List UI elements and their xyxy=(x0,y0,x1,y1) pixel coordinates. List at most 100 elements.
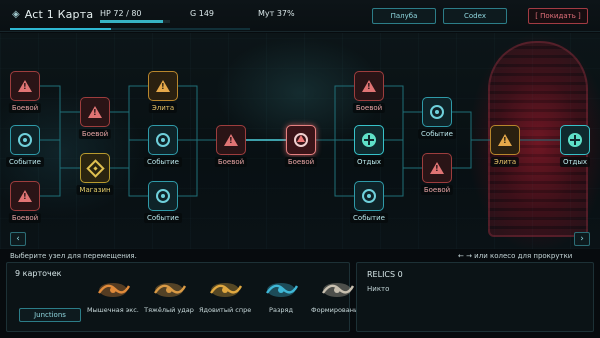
hp-bar xyxy=(100,20,170,23)
map-node-event[interactable]: Событие xyxy=(6,125,44,167)
card-name: Разряд xyxy=(269,306,293,314)
map-path xyxy=(452,111,490,141)
top-bar: ◈ Act 1 Карта HP 72 / 80 G 149 Мут 37% П… xyxy=(0,0,600,32)
elite-icon xyxy=(156,80,170,92)
deck-panel: 9 карточек Мышечная экс... Тяжёлый удар … xyxy=(6,262,363,332)
map-node-battle[interactable]: Боевой xyxy=(214,125,248,167)
map-node-rest[interactable]: Отдых xyxy=(353,125,385,167)
mutation-readout: Мут 37% xyxy=(258,9,295,18)
rest-icon xyxy=(362,133,376,147)
battle-icon xyxy=(224,134,238,146)
map-node-label: Событие xyxy=(144,157,182,167)
relics-empty-text: Никто xyxy=(367,285,390,293)
map-node-label: Боевой xyxy=(8,103,42,113)
hint-select-node: Выберите узел для перемещения. xyxy=(10,252,137,260)
scroll-right-button[interactable]: › xyxy=(574,232,590,246)
map-path xyxy=(178,85,216,141)
rest-icon xyxy=(568,133,582,147)
map-node-label: Боевой xyxy=(420,185,454,195)
map-progress-fill xyxy=(10,28,111,30)
map-node-battle[interactable]: Боевой xyxy=(352,71,386,113)
map-area: Боевой Событие Боевой Боевой Магазин Элита Соб… xyxy=(0,33,600,249)
battle-icon xyxy=(18,190,32,202)
abandon-button[interactable]: [ Покидать ] xyxy=(528,8,588,24)
map-node-battle[interactable]: Боевой xyxy=(8,71,42,113)
shop-icon xyxy=(85,158,105,178)
map-path xyxy=(110,111,148,141)
map-path xyxy=(384,85,422,113)
map-path xyxy=(110,85,148,113)
map-node-label: Элита xyxy=(148,103,178,113)
map-path xyxy=(384,167,422,197)
map-path xyxy=(40,139,80,169)
map-node-event[interactable]: Событие xyxy=(418,97,456,139)
card-art-icon xyxy=(207,277,243,303)
map-path xyxy=(452,139,490,169)
hp-readout: HP 72 / 80 xyxy=(100,9,142,18)
map-node-rest[interactable]: Отдых xyxy=(559,125,591,167)
map-node-label: Событие xyxy=(144,213,182,223)
event-icon xyxy=(430,105,444,119)
map-path xyxy=(110,167,148,197)
card-item[interactable]: Мышечная экс... xyxy=(87,277,139,314)
map-path xyxy=(316,85,354,141)
map-path xyxy=(40,167,80,197)
map-node-label: Боевой xyxy=(78,129,112,139)
map-node-label: Событие xyxy=(418,129,456,139)
map-path xyxy=(316,139,354,197)
map-node-battle[interactable]: Боевой xyxy=(420,153,454,195)
map-progress-bar xyxy=(10,28,250,30)
card-item[interactable]: Ядовитый спрей xyxy=(199,277,251,314)
map-node-label: Событие xyxy=(6,157,44,167)
battle-icon xyxy=(362,80,376,92)
map-node-current[interactable]: Боевой xyxy=(284,125,318,167)
card-name: Ядовитый спрей xyxy=(199,306,251,314)
relics-count: RELICS 0 xyxy=(367,270,403,279)
map-path xyxy=(178,139,216,197)
map-node-elite[interactable]: Элита xyxy=(148,71,178,113)
card-art-icon xyxy=(263,277,299,303)
event-icon xyxy=(18,133,32,147)
deck-button[interactable]: Палуба xyxy=(372,8,436,24)
map-node-event[interactable]: Событие xyxy=(350,181,388,223)
map-path xyxy=(384,139,422,169)
map-node-battle[interactable]: Боевой xyxy=(8,181,42,223)
battle-icon xyxy=(430,162,444,174)
hint-scroll: ← → или колесо для прокрутки xyxy=(458,252,573,260)
map-path xyxy=(40,85,80,113)
card-item[interactable]: Разряд xyxy=(255,277,307,314)
codex-button[interactable]: Codex xyxy=(443,8,507,24)
elite-icon xyxy=(498,134,512,146)
map-path xyxy=(384,111,422,141)
map-node-label: Боевой xyxy=(352,103,386,113)
event-icon xyxy=(156,189,170,203)
card-art-icon xyxy=(151,277,187,303)
map-node-label: Боевой xyxy=(284,157,318,167)
card-item[interactable]: Тяжёлый удар xyxy=(143,277,195,314)
battle-icon xyxy=(18,80,32,92)
card-art-icon xyxy=(95,277,131,303)
scroll-left-button[interactable]: ‹ xyxy=(10,232,26,246)
map-node-label: Боевой xyxy=(214,157,248,167)
battle-icon xyxy=(88,106,102,118)
current-icon xyxy=(294,133,308,147)
relics-panel: RELICS 0 Никто xyxy=(356,262,594,332)
map-node-elite[interactable]: Элита xyxy=(490,125,520,167)
map-node-label: Отдых xyxy=(353,157,385,167)
map-node-event[interactable]: Событие xyxy=(144,181,182,223)
event-icon xyxy=(156,133,170,147)
page-title: Act 1 Карта xyxy=(24,8,94,21)
map-node-shop[interactable]: Магазин xyxy=(76,153,114,195)
card-art-icon xyxy=(319,277,355,303)
junctions-button[interactable]: Junctions xyxy=(19,308,81,322)
diamond-icon: ◈ xyxy=(12,9,20,20)
card-name: Тяжёлый удар xyxy=(144,306,194,314)
card-name: Мышечная экс... xyxy=(87,306,139,314)
event-icon xyxy=(362,189,376,203)
map-node-label: Элита xyxy=(490,157,520,167)
gold-readout: G 149 xyxy=(190,9,215,18)
map-node-label: Событие xyxy=(350,213,388,223)
map-node-battle[interactable]: Боевой xyxy=(78,97,112,139)
title-group: ◈ Act 1 Карта xyxy=(12,8,93,21)
map-node-event[interactable]: Событие xyxy=(144,125,182,167)
